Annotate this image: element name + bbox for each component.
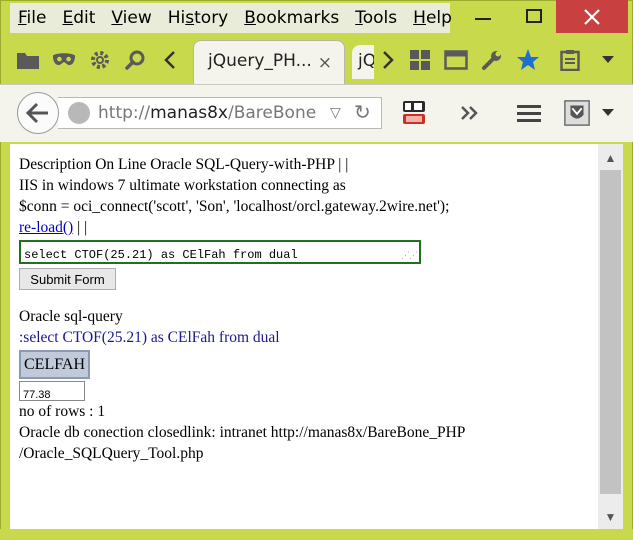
clipboard-icon[interactable] [558, 48, 582, 72]
shield-extension-icon[interactable] [563, 100, 591, 126]
tabs-scroll-right-icon[interactable] [376, 48, 400, 72]
arrow-left-icon [26, 102, 48, 124]
minimize-icon [475, 18, 491, 20]
bookmark-star-icon[interactable] [516, 48, 540, 72]
connection-closed-line: Oracle db conection closedlink: intranet… [19, 424, 466, 441]
reload-row: re-load() | | [19, 217, 594, 238]
url-path: /BareBone_P [228, 103, 316, 123]
reload-icon[interactable]: ↻ [354, 100, 371, 124]
query-text: select CTOF(25.21) as CElFah from dual [24, 248, 298, 262]
tab-close-icon[interactable]: × [318, 53, 332, 73]
scroll-thumb[interactable] [600, 170, 621, 494]
youtube-icon[interactable] [400, 100, 428, 126]
menu-help-rest: elp [425, 8, 452, 28]
page-content: Description On Line Oracle SQL-Query-wit… [19, 154, 594, 464]
tab-active[interactable]: jQuery_PH... × [193, 40, 345, 84]
menu-history[interactable]: History [160, 8, 237, 28]
tab-groups-icon[interactable] [408, 48, 432, 72]
query-textarea[interactable]: select CTOF(25.21) as CElFah from dual ⋰… [19, 240, 421, 264]
minimize-button[interactable] [463, 0, 503, 32]
tabs-scroll-left-icon[interactable] [158, 48, 182, 72]
result-column-header: CELFAH [19, 350, 91, 379]
close-icon [584, 8, 600, 25]
window-icon[interactable] [444, 48, 468, 72]
url-text[interactable]: http://manas8x/BareBone_P [98, 103, 316, 123]
maximize-button[interactable] [514, 0, 554, 32]
menu-edit[interactable]: Edit [54, 8, 103, 28]
window-bottom-border [0, 529, 633, 540]
menu-bar: File Edit View History Bookmarks Tools H… [10, 3, 452, 33]
menu-file[interactable]: File [10, 8, 54, 28]
folder-icon[interactable] [16, 48, 40, 72]
wrench-icon[interactable] [480, 48, 504, 72]
search-icon[interactable] [123, 48, 147, 72]
url-history-dropdown-icon[interactable]: ▽ [330, 104, 341, 121]
tab-title: jQuery_PH... [208, 51, 312, 71]
executed-query: :select CTOF(25.21) as CElFah from dual [19, 329, 280, 346]
close-window-button[interactable] [556, 0, 628, 33]
connection-closed-line-2: /Oracle_SQLQuery_Tool.php [19, 445, 204, 462]
globe-icon [68, 102, 90, 124]
menu-file-rest: ile [26, 8, 47, 28]
tab-second-title: jQ [358, 51, 374, 71]
menu-tools[interactable]: Tools [347, 8, 405, 28]
vertical-scrollbar[interactable]: ▲ ▼ [598, 144, 623, 529]
reload-link[interactable]: re-load() [19, 219, 73, 236]
menu-history-pre: Hi [167, 8, 186, 28]
connection-line: $conn = oci_connect('scott', 'Son', 'loc… [19, 198, 450, 215]
environment-line: IIS in windows 7 ultimate workstation co… [19, 177, 346, 194]
back-button[interactable] [17, 92, 59, 134]
gear-icon[interactable] [88, 48, 112, 72]
result-value-cell: 77.38 [19, 381, 85, 401]
reload-suffix: | | [73, 219, 88, 236]
menu-view[interactable]: View [103, 8, 159, 28]
tab-second[interactable]: jQ [352, 45, 374, 79]
overflow-chevrons-icon[interactable] [456, 100, 484, 126]
scroll-up-icon[interactable]: ▲ [598, 148, 623, 168]
url-prefix: http:// [98, 103, 151, 123]
submit-form-button[interactable]: Submit Form [19, 268, 116, 290]
page-viewport: Description On Line Oracle SQL-Query-wit… [10, 144, 598, 529]
menu-help[interactable]: Help [405, 8, 460, 28]
menu-edit-rest: dit [73, 8, 96, 28]
scroll-down-icon[interactable]: ▼ [598, 507, 623, 527]
menu-tools-rest: ools [362, 8, 398, 28]
address-bar[interactable]: http://manas8x/BareBone_P ▽ ↻ [58, 97, 382, 129]
chevron-down-icon[interactable] [596, 48, 620, 72]
menu-view-rest: iew [122, 8, 152, 28]
menu-history-rest: tory [194, 8, 229, 28]
menu-bookmarks[interactable]: Bookmarks [236, 8, 347, 28]
extension-dropdown-icon[interactable] [598, 100, 618, 126]
row-count: no of rows : 1 [19, 403, 106, 420]
resize-grip-icon[interactable]: ⋰⋰ [401, 252, 418, 261]
maximize-icon [526, 9, 542, 23]
hamburger-menu-icon[interactable] [515, 100, 543, 126]
mask-icon[interactable] [52, 48, 76, 72]
menu-bookmarks-rest: ookmarks [255, 8, 340, 28]
description-line: Description On Line Oracle SQL-Query-wit… [19, 156, 349, 173]
url-host: manas8x [150, 103, 228, 123]
section-title: Oracle sql-query [19, 308, 123, 325]
